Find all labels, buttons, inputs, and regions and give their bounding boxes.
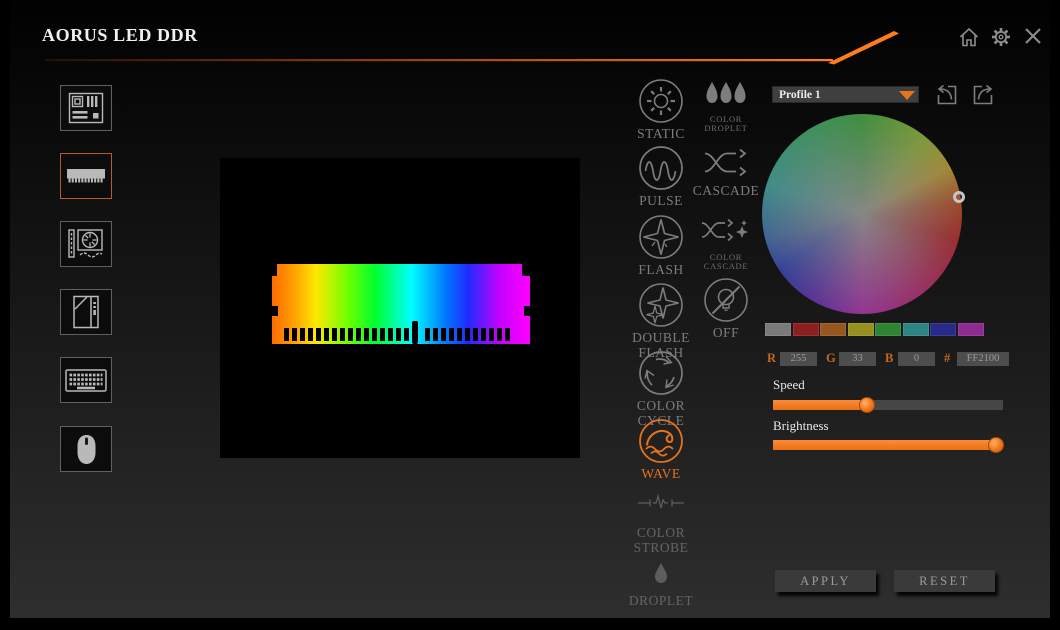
reset-button[interactable]: RESET — [894, 570, 995, 592]
aorus-led-ddr-window: AORUS LED DDR STATIC COLOR DROPLET PULSE… — [0, 0, 1060, 630]
mode-droplet[interactable]: DROPLET — [626, 562, 696, 609]
mode-wave[interactable]: WAVE — [626, 418, 696, 482]
chevron-down-icon — [899, 91, 915, 100]
export-profile-button[interactable] — [970, 80, 998, 108]
page-title: AORUS LED DDR — [42, 25, 198, 45]
mode-color-strobe[interactable]: COLOR STROBE — [626, 494, 696, 555]
color-wheel-selector[interactable] — [953, 191, 965, 203]
device-keyboard[interactable] — [60, 357, 112, 403]
speed-slider-knob[interactable] — [859, 397, 876, 413]
color-cycle-icon — [639, 351, 683, 395]
mode-static[interactable]: STATIC — [626, 78, 696, 142]
color-droplet-icon — [706, 82, 746, 103]
mode-label: DROPLET — [628, 593, 694, 608]
red-value-field[interactable]: 255 — [780, 351, 817, 366]
mode-flash[interactable]: FLASH — [626, 214, 696, 278]
pc-case-icon — [73, 295, 99, 329]
static-icon — [639, 79, 683, 123]
pulse-icon — [639, 146, 683, 190]
mode-color-cycle[interactable]: COLOR CYCLE — [626, 350, 696, 428]
mode-label: COLOR STROBE — [633, 525, 689, 555]
color-swatch[interactable] — [957, 323, 984, 336]
swatch-row — [765, 323, 984, 336]
led-preview-panel — [220, 158, 580, 458]
color-strobe-icon — [638, 494, 684, 509]
close-button[interactable] — [1023, 26, 1045, 48]
mode-label: COLOR CASCADE — [703, 252, 749, 272]
mode-off[interactable]: OFF — [691, 277, 761, 341]
device-mouse[interactable] — [60, 426, 112, 472]
mode-label: STATIC — [637, 126, 685, 141]
profile-dropdown[interactable]: Profile 1 — [772, 86, 919, 103]
mode-cascade[interactable]: CASCADE — [691, 149, 761, 199]
brightness-slider[interactable] — [773, 437, 1005, 453]
off-icon — [704, 278, 748, 322]
color-swatch[interactable] — [792, 323, 819, 336]
mode-label: WAVE — [641, 466, 681, 481]
color-swatch[interactable] — [820, 323, 846, 336]
color-swatch[interactable] — [765, 323, 791, 336]
speed-label: Speed — [773, 377, 805, 392]
apply-button[interactable]: APPLY — [775, 570, 876, 592]
window-content: AORUS LED DDR STATIC COLOR DROPLET PULSE… — [10, 0, 1050, 618]
ram-module-preview — [272, 264, 530, 344]
color-swatch[interactable] — [902, 323, 929, 336]
device-memory[interactable] — [60, 153, 112, 199]
settings-button[interactable] — [990, 26, 1012, 48]
brightness-slider-knob[interactable] — [988, 437, 1005, 453]
mode-label: CASCADE — [692, 183, 760, 198]
import-icon — [937, 84, 957, 105]
blue-label: B — [885, 351, 894, 365]
green-value-field[interactable]: 33 — [839, 351, 876, 366]
close-icon — [1025, 28, 1041, 44]
color-swatch[interactable] — [930, 323, 956, 336]
mode-label: FLASH — [638, 262, 684, 277]
brightness-label: Brightness — [773, 418, 829, 433]
double-flash-icon — [639, 283, 683, 327]
home-icon — [959, 27, 979, 47]
flash-icon — [639, 215, 683, 259]
gear-icon — [992, 28, 1010, 46]
device-pc-case[interactable] — [60, 289, 112, 335]
red-label: R — [767, 351, 777, 365]
rgb-value-row: R 255 G 33 B 0 # FF2100 — [767, 351, 1009, 366]
hex-value-field[interactable]: FF2100 — [957, 351, 1009, 366]
hex-label: # — [944, 351, 951, 365]
motherboard-icon — [68, 92, 104, 124]
memory-icon — [67, 169, 105, 183]
graphics-card-icon — [68, 229, 103, 258]
mode-label: COLOR DROPLET — [704, 114, 748, 134]
profile-selected-value: Profile 1 — [779, 89, 821, 101]
mode-label: OFF — [712, 325, 740, 340]
speed-slider[interactable] — [773, 397, 1003, 413]
green-label: G — [826, 351, 836, 365]
mode-label: PULSE — [639, 193, 683, 208]
color-swatch[interactable] — [847, 323, 874, 336]
color-cascade-icon — [701, 218, 748, 242]
mouse-icon — [77, 434, 95, 464]
home-button[interactable] — [958, 26, 980, 48]
export-icon — [973, 84, 993, 105]
wave-icon — [639, 419, 683, 463]
mode-double-flash[interactable]: DOUBLE FLASH — [626, 282, 696, 360]
keyboard-icon — [65, 368, 107, 392]
brightness-slider-fill — [773, 440, 997, 450]
mode-pulse[interactable]: PULSE — [626, 145, 696, 209]
cascade-icon — [704, 149, 747, 176]
mode-color-cascade[interactable]: COLOR CASCADE — [691, 218, 761, 271]
color-wheel[interactable] — [762, 114, 962, 314]
import-profile-button[interactable] — [932, 80, 960, 108]
mode-color-droplet[interactable]: COLOR DROPLET — [691, 80, 761, 133]
blue-value-field[interactable]: 0 — [898, 351, 935, 366]
speed-slider-fill — [773, 400, 868, 410]
color-swatch[interactable] — [875, 323, 901, 336]
device-motherboard[interactable] — [60, 85, 112, 131]
droplet-icon — [655, 563, 667, 583]
device-graphics-card[interactable] — [60, 221, 112, 267]
